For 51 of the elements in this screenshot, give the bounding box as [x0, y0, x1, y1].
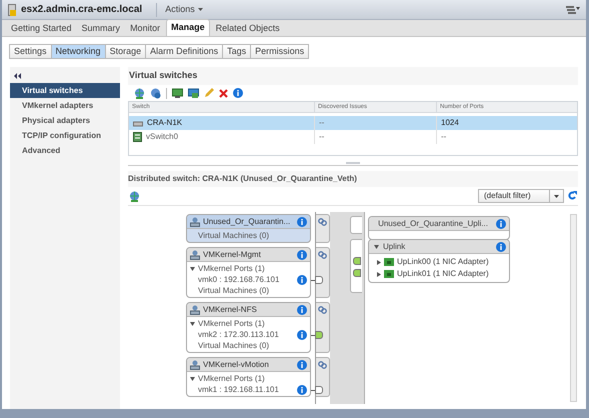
table-cell: --	[441, 131, 446, 143]
uplink-group-name: Uplink	[383, 240, 406, 252]
port-group-card[interactable]: VMKernel-NFS VMkernel Ports (1) vmk2 : 172.30.113.101 Virtual Machines (0)	[186, 302, 311, 353]
port-group-card[interactable]: VMKernel-vMotion VMkernel Ports (1) vmk1 : 192.168.11.101	[186, 357, 311, 397]
table-cell: vSwitch0	[146, 131, 178, 143]
port-group-name: Unused_Or_Quarantin...	[203, 216, 292, 228]
uplink-label: UpLink01 (1 NIC Adapter)	[397, 268, 489, 280]
section-title: Virtual switches	[129, 69, 198, 82]
sidebar-item[interactable]: Physical adapters	[10, 113, 120, 128]
table-cell: --	[319, 117, 324, 129]
sidebar-item[interactable]: TCP/IP configuration	[10, 128, 120, 143]
tab[interactable]: Manage	[166, 19, 210, 36]
uplink-group-card[interactable]: Unused_Or_Quarantine_Upli...	[368, 216, 510, 240]
ports-label: VMkernel Ports (1)	[198, 262, 265, 274]
tab[interactable]: Monitor	[125, 21, 166, 36]
sidebar-item[interactable]: VMkernel adapters	[10, 98, 120, 113]
uplink-group-name: Unused_Or_Quarantine_Upli...	[377, 218, 489, 230]
window-title: esx2.admin.cra-emc.local	[21, 3, 142, 17]
port-address: vmk2 : 172.30.113.101	[198, 328, 280, 340]
port-group-name: VMKernel-NFS	[203, 304, 258, 316]
table-cell: CRA-N1K	[147, 117, 182, 129]
ports-label: VMkernel Ports (1)	[198, 318, 265, 330]
table-row[interactable]: CRA-N1K -- 1024	[129, 116, 577, 130]
table-cell: --	[319, 131, 324, 143]
port-group-name: VMKernel-Mgmt	[203, 248, 262, 260]
tab[interactable]: Related Objects	[210, 21, 285, 36]
port-group-name: VMKernel-vMotion	[203, 358, 270, 370]
tab[interactable]: Networking	[50, 44, 106, 59]
tab[interactable]: Alarm Definitions	[145, 44, 224, 59]
table-cell: 1024	[441, 117, 459, 129]
tab[interactable]: Settings	[9, 44, 52, 59]
tab[interactable]: Summary	[76, 21, 126, 36]
actions-menu[interactable]: Actions	[165, 2, 203, 16]
tab[interactable]: Storage	[104, 44, 146, 59]
filter-dropdown[interactable]: (default filter)	[478, 189, 564, 203]
sidebar-item[interactable]: Virtual switches	[10, 83, 120, 98]
tab[interactable]: Getting Started	[6, 21, 77, 36]
uplink-label: UpLink00 (1 NIC Adapter)	[397, 256, 489, 268]
vm-count: Virtual Machines (0)	[198, 284, 269, 296]
port-address: vmk0 : 192.168.76.101	[198, 274, 280, 286]
port-group-card[interactable]: Unused_Or_Quarantin... Virtual Machines (0)	[186, 214, 311, 243]
vm-count: Virtual Machines (0)	[198, 340, 269, 352]
uplink-group-card[interactable]: Uplink UpLink00 (1 NIC Adapter) UpLink01 (1 NIC Adapter)	[368, 239, 510, 283]
port-address: vmk1 : 192.168.11.101	[198, 384, 280, 396]
ports-label: VMkernel Ports (1)	[198, 372, 265, 384]
tab[interactable]: Permissions	[250, 44, 310, 59]
tab[interactable]: Tags	[222, 44, 252, 59]
sidebar-item[interactable]: Advanced	[10, 143, 120, 158]
section-title: Distributed switch: CRA-N1K (Unused_Or_Quarantine_Veth)	[128, 173, 357, 185]
port-group-card[interactable]: VMKernel-Mgmt VMkernel Ports (1) vmk0 : 192.168.76.101 Virtual Machines (0)	[186, 247, 311, 298]
vm-count: Virtual Machines (0)	[198, 230, 269, 242]
